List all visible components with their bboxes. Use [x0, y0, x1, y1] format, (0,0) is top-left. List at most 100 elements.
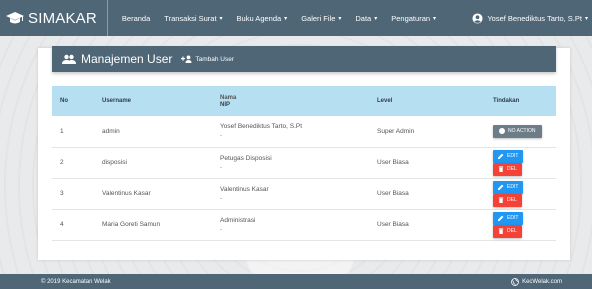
cell-nama: Yosef Benediktus Tarto, S.Pt — [220, 123, 303, 131]
edit-button[interactable]: EDIT — [493, 149, 524, 163]
cell-actions: EDIT DEL — [485, 147, 556, 179]
cell-level: Super Admin — [369, 116, 485, 148]
caret-down-icon: ▾ — [219, 15, 223, 22]
pencil-icon — [498, 153, 504, 159]
cell-level: User Biasa — [369, 209, 485, 241]
cell-actions: EDIT DEL — [485, 209, 556, 241]
page-title: Manajemen User — [81, 52, 173, 66]
header-level: Level — [377, 98, 393, 104]
cell-nip: - — [220, 225, 223, 233]
user-circle-icon — [472, 12, 483, 24]
header-nip: NIP — [220, 101, 231, 108]
pencil-icon — [498, 184, 504, 190]
caret-down-icon: ▾ — [374, 15, 378, 22]
cell-no: 3 — [52, 178, 94, 210]
cell-username: disposisi — [94, 147, 212, 179]
top-navbar: SIMAKAR Beranda Transaksi Surat ▾ Buku Ag… — [0, 0, 592, 36]
circle-icon — [499, 128, 505, 135]
caret-down-icon: ▾ — [584, 15, 588, 22]
nav-item-pengaturan[interactable]: Pengaturan ▾ — [391, 14, 436, 23]
nav-item-beranda[interactable]: Beranda — [122, 14, 150, 23]
brand-name: SIMAKAR — [28, 9, 97, 27]
table-header-row: No Username Nama NIP Level Tindakan — [52, 86, 556, 116]
nav-item-data[interactable]: Data ▾ — [355, 14, 377, 23]
nav-item-label: Transaksi Surat — [164, 13, 217, 23]
caret-down-icon: ▾ — [284, 15, 288, 22]
table-row: 1 admin Yosef Benediktus Tarto, S.Pt - S… — [52, 116, 556, 148]
delete-label: DEL — [507, 228, 517, 234]
globe-icon — [511, 277, 519, 286]
pencil-icon — [498, 215, 504, 221]
cell-nip: - — [220, 194, 223, 202]
table-row: 2 disposisi Petugas Disposisi - User Bia… — [52, 147, 556, 179]
nav-item-label: Beranda — [121, 13, 151, 23]
delete-button[interactable]: DEL — [493, 224, 522, 238]
trash-icon — [498, 197, 504, 203]
cell-username: Valentinus Kasar — [94, 178, 212, 210]
graduation-cap-icon — [6, 12, 24, 24]
delete-button[interactable]: DEL — [493, 162, 522, 176]
header-username: Username — [102, 98, 132, 104]
cell-username: Maria Goreti Samun — [94, 209, 212, 241]
nav-item-label: Galeri File — [301, 13, 336, 23]
edit-button[interactable]: EDIT — [493, 211, 524, 225]
add-user-button[interactable]: Tambah User — [181, 55, 234, 63]
footer-site-label: KecWelak.com — [522, 278, 562, 285]
cell-nama-nip: Administrasi - — [212, 209, 369, 241]
user-menu[interactable]: Yosef Benediktus Tarto, S.Pt ▾ — [472, 0, 588, 36]
header-nama-nip: Nama NIP — [212, 86, 369, 116]
edit-label: EDIT — [507, 215, 519, 221]
copyright-text: © 2019 Kecamatan Welak — [41, 278, 111, 285]
nav-item-buku-agenda[interactable]: Buku Agenda ▾ — [237, 14, 288, 23]
cell-nama: Petugas Disposisi — [220, 154, 272, 162]
cell-actions: EDIT DEL — [485, 178, 556, 210]
brand[interactable]: SIMAKAR — [0, 0, 108, 36]
trash-icon — [498, 228, 504, 234]
no-action-button[interactable]: NO ACTION — [493, 124, 542, 138]
cell-no: 4 — [52, 209, 94, 241]
nav-item-label: Buku Agenda — [236, 13, 282, 23]
cell-actions: NO ACTION — [485, 116, 556, 148]
cell-level: User Biasa — [369, 147, 485, 179]
cell-nama: Administrasi — [220, 216, 256, 224]
cell-nama-nip: Yosef Benediktus Tarto, S.Pt - — [212, 116, 369, 148]
cell-level: User Biasa — [369, 178, 485, 210]
trash-icon — [498, 166, 504, 172]
nav-menu: Beranda Transaksi Surat ▾ Buku Agenda ▾ Ga… — [122, 14, 450, 23]
table-row: 3 Valentinus Kasar Valentinus Kasar - Us… — [52, 178, 556, 210]
edit-label: EDIT — [507, 153, 519, 159]
add-user-icon — [181, 55, 192, 63]
delete-label: DEL — [507, 197, 517, 203]
cell-username: admin — [94, 116, 212, 148]
user-name: Yosef Benediktus Tarto, S.Pt — [487, 13, 582, 23]
users-icon — [62, 54, 76, 64]
content-card: Manajemen User Tambah User No Username N… — [38, 46, 570, 260]
nav-item-transaksi-surat[interactable]: Transaksi Surat ▾ — [164, 14, 222, 23]
caret-down-icon: ▾ — [433, 15, 437, 22]
add-user-label: Tambah User — [195, 55, 235, 63]
header-nama: Nama — [220, 94, 237, 101]
nav-item-galeri-file[interactable]: Galeri File ▾ — [301, 14, 341, 23]
header-no: No — [60, 98, 68, 104]
edit-button[interactable]: EDIT — [493, 180, 524, 194]
cell-nip: - — [220, 163, 223, 171]
cell-nama-nip: Petugas Disposisi - — [212, 147, 369, 179]
cell-no: 1 — [52, 116, 94, 148]
cell-nama-nip: Valentinus Kasar - — [212, 178, 369, 210]
caret-down-icon: ▾ — [338, 15, 342, 22]
card-header: Manajemen User Tambah User — [52, 46, 556, 72]
header-tindakan: Tindakan — [493, 98, 520, 104]
edit-label: EDIT — [507, 184, 519, 190]
footer: © 2019 Kecamatan Welak KecWelak.com — [0, 274, 592, 289]
delete-button[interactable]: DEL — [493, 193, 522, 207]
table-row: 4 Maria Goreti Samun Administrasi - User… — [52, 209, 556, 241]
cell-no: 2 — [52, 147, 94, 179]
cell-nip: - — [220, 132, 223, 140]
cell-nama: Valentinus Kasar — [220, 185, 269, 193]
user-table: No Username Nama NIP Level Tindakan 1 ad… — [52, 86, 556, 241]
nav-item-label: Data — [355, 13, 372, 23]
delete-label: DEL — [507, 166, 517, 172]
footer-site-link[interactable]: KecWelak.com — [511, 277, 562, 286]
no-action-label: NO ACTION — [508, 128, 536, 135]
nav-item-label: Pengaturan — [391, 13, 431, 23]
